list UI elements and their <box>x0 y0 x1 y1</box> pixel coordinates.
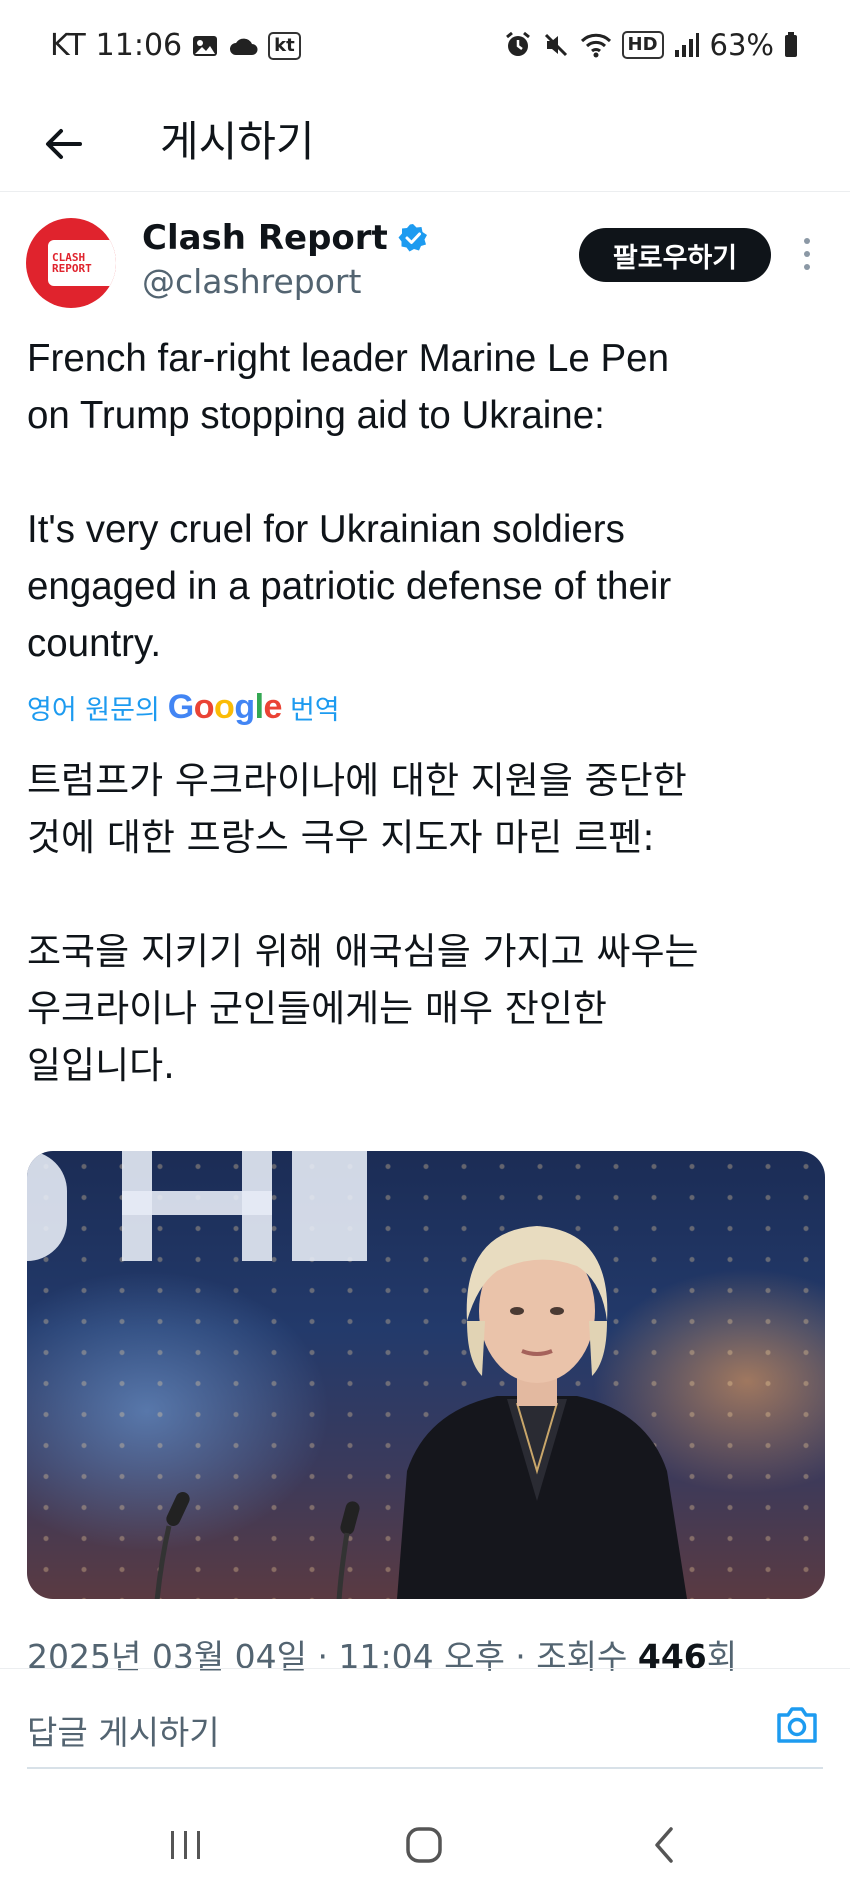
translation-prefix: 영어 원문의 <box>27 695 160 726</box>
recents-button[interactable] <box>156 1820 216 1870</box>
system-navigation-bar <box>0 1800 850 1889</box>
battery-percent: 63% <box>709 28 774 62</box>
home-icon <box>406 1827 442 1863</box>
google-logo: Google <box>167 688 283 726</box>
author-display-name[interactable]: Clash Report <box>142 218 428 258</box>
avatar-logo-text: CLASH REPORT <box>52 252 92 274</box>
status-bar-left: KT 11:06 kt <box>50 28 301 63</box>
tweet-timestamp: 2025년 03월 04일 · 11:04 오후 · 조회수 <box>27 1637 628 1676</box>
gallery-notification-icon <box>192 34 218 58</box>
tweet-text-line: French far-right leader Marine Le Pen <box>27 337 669 380</box>
tweet-meta: 2025년 03월 04일 · 11:04 오후 · 조회수 446회 <box>27 1630 737 1678</box>
translation-attribution[interactable]: 영어 원문의 Google 번역 <box>27 688 340 727</box>
translated-text-line: 우크라이나 군인들에게는 매우 잔인한 <box>27 987 607 1030</box>
cloud-icon <box>228 35 258 57</box>
view-count: 446 <box>637 1637 707 1676</box>
page-title: 게시하기 <box>160 117 315 166</box>
wifi-icon <box>580 31 612 59</box>
mute-icon <box>542 31 570 59</box>
nav-back-button[interactable] <box>634 1820 694 1870</box>
nav-back-icon <box>655 1827 673 1863</box>
tweet-text-line: engaged in a patriotic defense of their <box>27 565 672 608</box>
camera-icon <box>777 1707 817 1743</box>
alarm-icon <box>504 31 532 59</box>
tweet-text: French far-right leader Marine Le Pen on… <box>27 330 827 672</box>
display-name-text: Clash Report <box>142 218 388 258</box>
home-button[interactable] <box>394 1820 454 1870</box>
tweet-text-line: on Trump stopping aid to Ukraine: <box>27 394 605 437</box>
kt-app-icon: kt <box>268 31 301 60</box>
avatar[interactable]: CLASH REPORT <box>26 218 116 308</box>
tweet-text-line: It's very cruel for Ukrainian soldiers <box>27 508 625 551</box>
tweet-text-line: country. <box>27 622 162 665</box>
status-bar-right: HD 63% <box>504 28 798 62</box>
follow-button[interactable]: 팔로우하기 <box>579 228 771 282</box>
more-vertical-icon-dot <box>804 264 810 270</box>
divider <box>0 1668 850 1669</box>
reply-underline <box>27 1767 823 1769</box>
photo-backdrop-lettering <box>27 1151 367 1281</box>
status-bar: KT 11:06 kt HD 63% <box>0 0 850 96</box>
recents-icon <box>171 1831 200 1859</box>
translated-text-line: 트럼프가 우크라이나에 대한 지원을 중단한 <box>27 759 687 802</box>
avatar-logo-line2: REPORT <box>52 262 92 275</box>
signal-icon <box>674 32 700 58</box>
verified-badge-icon <box>398 224 427 252</box>
battery-icon <box>784 32 798 58</box>
translated-text: 트럼프가 우크라이나에 대한 지원을 중단한 것에 대한 프랑스 극우 지도자 … <box>27 752 827 1094</box>
more-vertical-icon-dot <box>804 238 810 244</box>
view-count-suffix: 회 <box>706 1637 738 1676</box>
hd-voice-icon: HD <box>621 31 664 59</box>
reply-input[interactable]: 답글 게시하기 <box>27 1706 220 1754</box>
microphone-left <box>154 1492 190 1599</box>
translation-suffix: 번역 <box>289 695 340 726</box>
tweet-photo[interactable] <box>27 1151 825 1599</box>
more-options-button[interactable] <box>795 232 819 276</box>
clock: 11:06 <box>95 28 183 63</box>
translated-text-line: 일입니다. <box>27 1044 175 1087</box>
camera-button[interactable] <box>772 1700 822 1750</box>
more-vertical-icon-dot <box>804 251 810 257</box>
translated-text-line: 조국을 지키기 위해 애국심을 가지고 싸우는 <box>27 930 699 973</box>
app-header <box>0 96 850 192</box>
back-button[interactable] <box>38 118 90 170</box>
arrow-left-icon <box>46 129 82 159</box>
person-figure <box>397 1226 687 1599</box>
microphone-right <box>336 1501 360 1599</box>
translated-text-line: 것에 대한 프랑스 극우 지도자 마린 르펜: <box>27 816 655 859</box>
author-handle[interactable]: @clashreport <box>142 262 361 301</box>
carrier-label: KT <box>50 28 86 63</box>
